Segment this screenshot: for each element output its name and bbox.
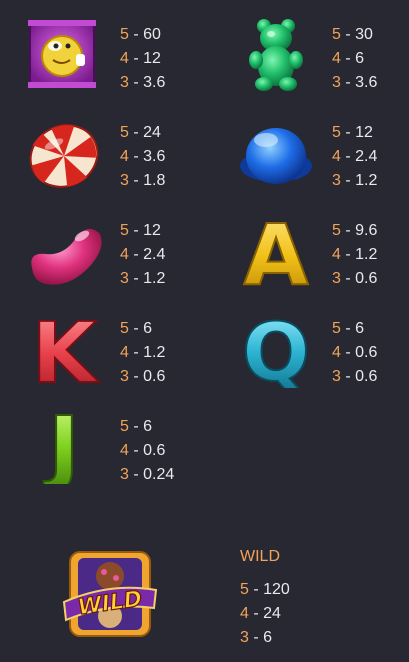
pay-value: 1.2 <box>143 270 166 287</box>
pay-count: 3 <box>120 172 129 189</box>
letter-k-glyph: K <box>31 308 99 388</box>
paytable-wild: 5 - 120 4 - 24 3 - 6 <box>240 581 290 646</box>
paytable-jelly-bean: 5 - 12 4 - 2.4 3 - 1.2 <box>120 222 166 287</box>
pay-count: 4 <box>332 246 341 263</box>
pay-value: 24 <box>263 605 281 622</box>
pay-value: 3.6 <box>355 74 378 91</box>
pay-count: 5 <box>120 320 129 337</box>
pay-count: 3 <box>332 270 341 287</box>
pay-count: 3 <box>332 368 341 385</box>
paytable-letter-q: 5 - 6 4 - 0.6 3 - 0.6 <box>332 320 378 385</box>
pay-count: 5 <box>332 26 341 43</box>
pay-value: 1.2 <box>143 344 166 361</box>
pay-count: 4 <box>332 148 341 165</box>
pay-count: 4 <box>332 344 341 361</box>
pay-count: 3 <box>332 172 341 189</box>
pay-count: 3 <box>120 270 129 287</box>
pay-value: 0.6 <box>355 368 378 385</box>
pay-value: 0.6 <box>355 344 378 361</box>
candy-bag-icon <box>22 14 102 94</box>
pay-value: 1.2 <box>355 246 378 263</box>
jelly-bean-icon <box>24 216 104 296</box>
pay-count: 3 <box>120 466 129 483</box>
pay-value: 12 <box>143 222 161 239</box>
letter-j-glyph: J <box>43 404 79 484</box>
letter-a-icon: A <box>236 205 316 305</box>
pay-count: 4 <box>120 344 129 361</box>
pay-count: 5 <box>120 124 129 141</box>
paytable-peppermint-candy: 5 - 24 4 - 3.6 3 - 1.8 <box>120 124 166 189</box>
pay-count: 3 <box>120 74 129 91</box>
pay-count: 3 <box>332 74 341 91</box>
paytable-candy-bag: 5 - 60 4 - 12 3 - 3.6 <box>120 26 166 91</box>
pay-value: 6 <box>355 320 365 337</box>
pay-count: 4 <box>120 246 129 263</box>
pay-count: 5 <box>332 320 341 337</box>
paytable-letter-a: 5 - 9.6 4 - 1.2 3 - 0.6 <box>332 222 378 287</box>
pay-count: 5 <box>120 26 129 43</box>
letter-j-icon: J <box>24 397 104 497</box>
wild-icon: WILD <box>62 546 158 642</box>
pay-value: 1.2 <box>355 172 378 189</box>
pay-value: 2.4 <box>355 148 378 165</box>
letter-q-icon: Q <box>236 305 316 400</box>
pay-value: 6 <box>143 418 153 435</box>
pay-count: 5 <box>240 581 249 598</box>
pay-count: 4 <box>120 148 129 165</box>
pay-count: 4 <box>332 50 341 67</box>
pay-value: 6 <box>143 320 153 337</box>
pay-value: 120 <box>263 581 290 598</box>
pay-count: 5 <box>120 418 129 435</box>
pay-count: 5 <box>332 222 341 239</box>
pay-value: 12 <box>355 124 373 141</box>
pay-count: 5 <box>332 124 341 141</box>
pay-count: 4 <box>120 50 129 67</box>
pay-value: 3.6 <box>143 148 166 165</box>
pay-value: 0.6 <box>143 368 166 385</box>
pay-value: 6 <box>355 50 365 67</box>
gummy-bear-icon <box>236 14 316 94</box>
pay-value: 0.24 <box>143 466 175 483</box>
blue-candy-icon <box>236 116 316 196</box>
pay-value: 3.6 <box>143 74 166 91</box>
paytable-letter-j: 5 - 6 4 - 0.6 3 - 0.24 <box>120 418 175 483</box>
pay-value: 1.8 <box>143 172 166 189</box>
pay-value: 60 <box>143 26 161 43</box>
paytable-blue-candy: 5 - 12 4 - 2.4 3 - 1.2 <box>332 124 378 189</box>
pay-value: 12 <box>143 50 161 67</box>
pay-count: 3 <box>120 368 129 385</box>
pay-value: 0.6 <box>143 442 166 459</box>
wild-title: WILD <box>240 548 280 565</box>
letter-q-glyph: Q <box>242 308 310 388</box>
pay-value: 0.6 <box>355 270 378 287</box>
letter-k-icon: K <box>24 303 104 403</box>
pay-value: 6 <box>263 629 273 646</box>
pay-value: 24 <box>143 124 161 141</box>
pay-count: 4 <box>120 442 129 459</box>
pay-value: 30 <box>355 26 373 43</box>
pay-count: 3 <box>240 629 249 646</box>
pay-value: 9.6 <box>355 222 378 239</box>
paytable-letter-k: 5 - 6 4 - 1.2 3 - 0.6 <box>120 320 166 385</box>
letter-a-glyph: A <box>243 212 308 292</box>
pay-value: 2.4 <box>143 246 166 263</box>
pay-count: 4 <box>240 605 249 622</box>
peppermint-candy-icon <box>24 116 104 196</box>
pay-count: 5 <box>120 222 129 239</box>
paytable-gummy-bear: 5 - 30 4 - 6 3 - 3.6 <box>332 26 378 91</box>
